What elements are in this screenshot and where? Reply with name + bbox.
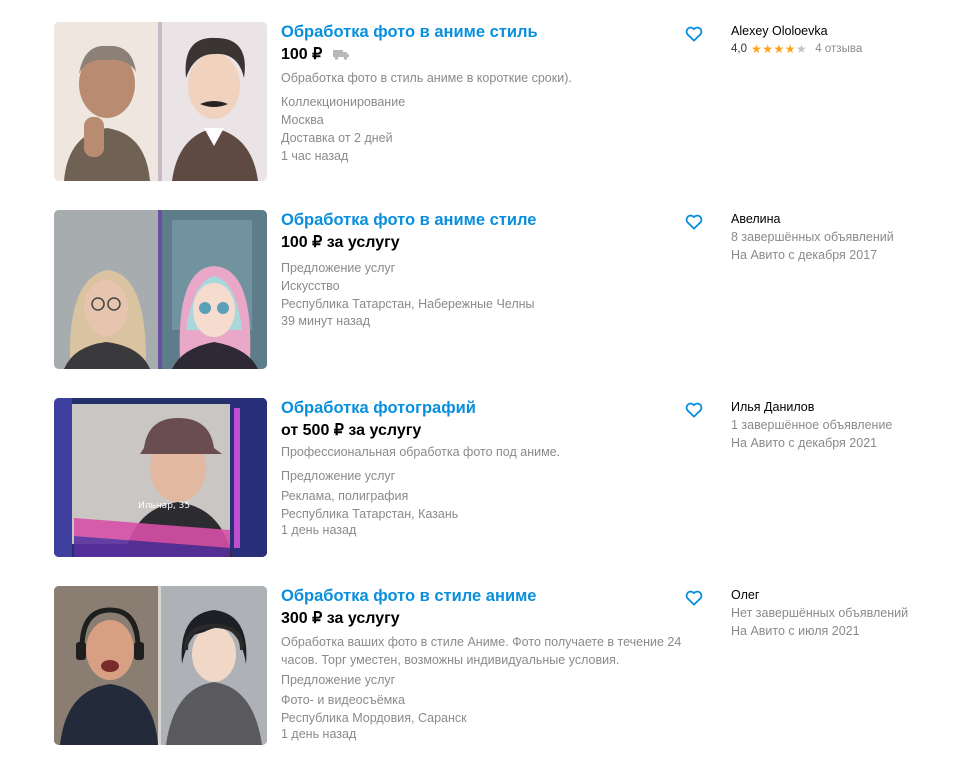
listing-price: 100 ₽ за услугу xyxy=(281,234,400,251)
star-icon: ★★★★★ xyxy=(751,42,808,56)
truck-icon xyxy=(332,50,349,61)
listing-delivery: Доставка от 2 дней xyxy=(281,131,393,145)
listing-photo[interactable] xyxy=(54,586,267,745)
reviews-link[interactable]: 4 отзыва xyxy=(815,40,862,58)
listing-type: Предложение услуг xyxy=(281,469,396,483)
listing-title[interactable]: Обработка фото в стиле аниме xyxy=(281,586,536,606)
listing-price: 100 ₽ xyxy=(281,45,349,65)
listing-posted-time: 1 день назад xyxy=(281,523,357,537)
listing-price: от 500 ₽ за услугу xyxy=(281,422,422,439)
price-value: 100 ₽ xyxy=(281,46,323,63)
listing-item-4[interactable]: Обработка фото в стиле аниме 300 ₽ за ус… xyxy=(0,586,958,746)
listing-item-1[interactable]: Обработка фото в аниме стиль 100 ₽ Обраб… xyxy=(0,22,958,182)
seller-info: Alexey Ololoevka 4,0 ★★★★★ 4 отзыва xyxy=(731,22,951,58)
listing-item-3[interactable]: Ильнар, 35 Обработка фотографий от 500 ₽… xyxy=(0,398,958,558)
rating-value: 4,0 xyxy=(731,43,747,55)
heart-outline-icon[interactable] xyxy=(685,26,703,42)
listing-title[interactable]: Обработка фото в аниме стиле xyxy=(281,210,536,230)
listing-posted-time: 1 день назад xyxy=(281,727,357,741)
listing-location: Республика Татарстан, Набережные Челны xyxy=(281,297,535,311)
listing-posted-time: 39 минут назад xyxy=(281,314,370,328)
listing-photo[interactable]: Ильнар, 35 xyxy=(54,398,267,557)
listing-category: Фото- и видеосъёмка xyxy=(281,693,405,707)
heart-outline-icon[interactable] xyxy=(685,590,703,606)
photo-portrait-anime-comparison xyxy=(54,22,267,181)
listing-description: Профессиональная обработка фото под аним… xyxy=(281,445,561,459)
listing-type: Предложение услуг xyxy=(281,261,396,275)
listing-title[interactable]: Обработка фото в аниме стиль xyxy=(281,22,538,42)
listing-photo[interactable] xyxy=(54,22,267,181)
listing-category: Реклама, полиграфия xyxy=(281,489,409,503)
photo-selfie-filter: Ильнар, 35 xyxy=(54,398,267,557)
seller-completed-count: 1 завершённое объявление xyxy=(731,418,893,432)
listing-type: Предложение услуг xyxy=(281,673,396,687)
listing-photo[interactable] xyxy=(54,210,267,369)
seller-info: Олег Нет завершённых объявлений На Авито… xyxy=(731,586,951,640)
heart-outline-icon[interactable] xyxy=(685,214,703,230)
seller-name[interactable]: Олег xyxy=(731,586,951,604)
seller-name[interactable]: Илья Данилов xyxy=(731,398,951,416)
image-caption: Ильнар, 35 xyxy=(138,501,190,511)
seller-member-since: На Авито с июля 2021 xyxy=(731,624,860,638)
seller-info: Илья Данилов 1 завершённое объявление На… xyxy=(731,398,951,452)
listing-category: Коллекционирование xyxy=(281,95,406,109)
seller-info: Авелина 8 завершённых объявлений На Авит… xyxy=(731,210,951,264)
seller-name[interactable]: Alexey Ololoevka xyxy=(731,22,951,40)
listing-description: Обработка фото в стиль аниме в короткие … xyxy=(281,71,572,85)
photo-portrait-anime-comparison xyxy=(54,586,267,745)
seller-member-since: На Авито с декабря 2021 xyxy=(731,436,878,450)
listing-category: Искусство xyxy=(281,279,340,293)
listing-location: Москва xyxy=(281,113,324,127)
seller-completed-count: Нет завершённых объявлений xyxy=(731,606,909,620)
listing-posted-time: 1 час назад xyxy=(281,149,349,163)
seller-rating: 4,0 ★★★★★ 4 отзыва xyxy=(731,40,951,58)
seller-name[interactable]: Авелина xyxy=(731,210,951,228)
seller-member-since: На Авито с декабря 2017 xyxy=(731,248,878,262)
listing-price: 300 ₽ за услугу xyxy=(281,610,400,627)
seller-completed-count: 8 завершённых объявлений xyxy=(731,230,894,244)
listing-title[interactable]: Обработка фотографий xyxy=(281,398,476,418)
listing-item-2[interactable]: Обработка фото в аниме стиле 100 ₽ за ус… xyxy=(0,210,958,370)
heart-outline-icon[interactable] xyxy=(685,402,703,418)
listing-description: Обработка ваших фото в стиле Аниме. Фото… xyxy=(281,635,682,667)
photo-portrait-anime-comparison xyxy=(54,210,267,369)
